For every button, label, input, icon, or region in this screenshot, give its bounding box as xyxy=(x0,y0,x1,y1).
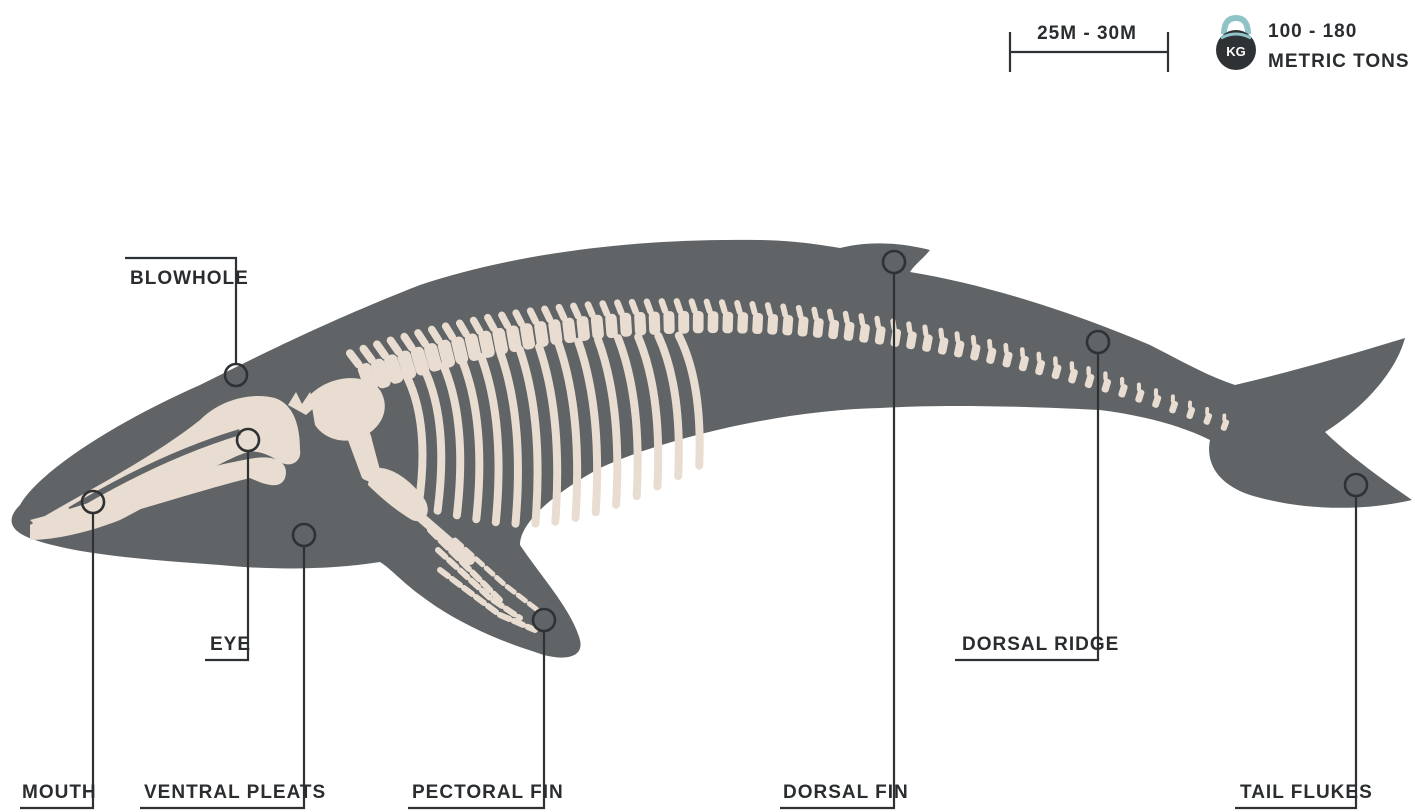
kettlebell-icon: KG xyxy=(1216,14,1256,70)
tail-flukes-leader xyxy=(1235,497,1358,810)
label-pectoral-fin: PECTORAL FIN xyxy=(412,782,564,803)
length-scale: 25M - 30M xyxy=(1008,23,1170,72)
weight-range: 100 - 180 xyxy=(1268,21,1357,42)
label-tail-flukes: TAIL FLUKES xyxy=(1240,782,1373,803)
label-eye: EYE xyxy=(210,634,251,655)
kettlebell-icon-text: KG xyxy=(1226,44,1246,59)
weight-unit: METRIC TONS xyxy=(1268,51,1410,72)
label-dorsal-fin: DORSAL FIN xyxy=(783,782,909,803)
mouth-leader xyxy=(20,514,95,810)
label-blowhole: BLOWHOLE xyxy=(130,268,249,289)
diagram-canvas: 25M - 30M KG 100 - 180 METRIC TONS BLOWH… xyxy=(11,14,1412,810)
label-dorsal-ridge: DORSAL RIDGE xyxy=(962,634,1119,655)
ventral-pleats-leader xyxy=(140,547,306,810)
length-label: 25M - 30M xyxy=(1037,23,1137,44)
weight-info: KG 100 - 180 METRIC TONS xyxy=(1216,14,1410,72)
label-ventral-pleats: VENTRAL PLEATS xyxy=(144,782,326,803)
whale-anatomy-diagram: 25M - 30M KG 100 - 180 METRIC TONS BLOWH… xyxy=(0,0,1415,812)
label-mouth: MOUTH xyxy=(22,782,97,803)
